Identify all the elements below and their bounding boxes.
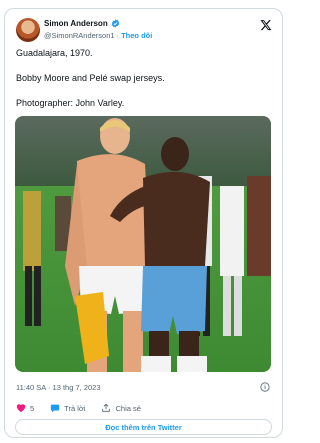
share-icon: [102, 403, 111, 412]
separator-dot: ·: [116, 31, 120, 40]
author-handle[interactable]: @SimonRAnderson1: [44, 31, 115, 40]
tweet-card: Simon Anderson @SimonRAnderson1 · Theo d…: [4, 8, 283, 438]
follow-button[interactable]: Theo dõi: [121, 31, 152, 40]
info-icon[interactable]: [260, 382, 270, 392]
share-label: Chia sẻ: [115, 403, 141, 413]
share-button[interactable]: Chia sẻ: [101, 403, 141, 413]
photo-illustration: [15, 116, 271, 372]
tweet-line-3: Photographer: John Varley.: [16, 98, 125, 108]
reply-icon: [51, 404, 60, 413]
tweet-line-2: Bobby Moore and Pelé swap jerseys.: [16, 73, 165, 83]
tweet-photo[interactable]: [15, 116, 271, 372]
verified-badge-icon: [111, 19, 119, 28]
tweet-actions: 5 Trả lời Chia sẻ: [16, 403, 157, 413]
like-button[interactable]: 5: [16, 403, 34, 413]
reply-button[interactable]: Trả lời: [50, 403, 85, 413]
reply-label: Trả lời: [64, 403, 86, 413]
read-more-button[interactable]: Đọc thêm trên Twitter: [15, 419, 272, 435]
author-avatar[interactable]: [16, 18, 40, 42]
author-name-row: Simon Anderson: [44, 19, 120, 28]
author-name[interactable]: Simon Anderson: [44, 19, 108, 28]
like-count: 5: [30, 403, 35, 413]
x-logo-icon[interactable]: [260, 19, 272, 31]
author-sub-row: @SimonRAnderson1 · Theo dõi: [44, 31, 152, 40]
tweet-line-1: Guadalajara, 1970.: [16, 48, 93, 58]
tweet-text: Guadalajara, 1970. Bobby Moore and Pelé …: [16, 47, 274, 122]
heart-icon: [16, 404, 26, 412]
tweet-timestamp[interactable]: 11:40 SA · 13 thg 7, 2023: [16, 383, 101, 392]
